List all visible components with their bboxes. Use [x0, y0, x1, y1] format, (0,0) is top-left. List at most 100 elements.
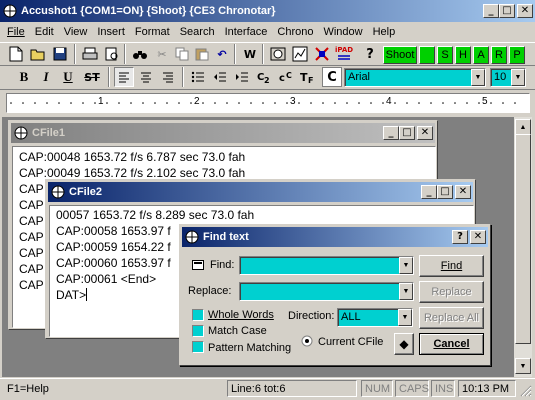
paste-icon[interactable] [192, 44, 212, 64]
print-preview-icon[interactable] [102, 44, 122, 64]
menu-window[interactable]: Window [318, 26, 367, 38]
print-icon[interactable] [80, 44, 100, 64]
disconnect-icon[interactable] [312, 44, 332, 64]
pattern-matching-checkbox[interactable] [192, 341, 204, 353]
superscript-icon[interactable]: C2 [254, 67, 274, 87]
open-folder-icon[interactable] [28, 44, 48, 64]
bold-button[interactable]: B [14, 67, 34, 87]
save-disk-icon[interactable] [50, 44, 70, 64]
cfile1-title-bar[interactable]: CFile1 _ □ ✕ [11, 123, 435, 143]
p-button[interactable]: P [509, 46, 525, 64]
menu-help[interactable]: Help [368, 26, 401, 38]
size-select[interactable]: 10 ▼ [490, 68, 526, 87]
direction-dropdown-arrow-icon[interactable]: ▼ [398, 309, 412, 326]
cancel-button[interactable]: Cancel [419, 333, 484, 355]
align-center-icon[interactable] [136, 67, 156, 87]
main-vertical-scrollbar[interactable]: ▲ ▼ [514, 117, 532, 377]
whole-words-checkbox[interactable] [192, 309, 204, 321]
app-crosshair-icon[interactable] [3, 4, 17, 18]
ipad-icon[interactable]: iPAD [334, 44, 354, 64]
status-num: NUM [361, 380, 393, 397]
italic-button[interactable]: I [36, 67, 56, 87]
undo-icon[interactable]: ↶ [212, 44, 232, 64]
cfile1-maximize-button[interactable]: □ [399, 126, 415, 140]
diamond-icon[interactable]: ◆ [394, 333, 414, 355]
subscript-icon[interactable]: cC [276, 67, 296, 87]
text-format-icon[interactable]: TF [298, 67, 318, 87]
cfile1-crosshair-icon[interactable] [14, 126, 28, 140]
menu-insert[interactable]: Insert [92, 26, 130, 38]
r-button[interactable]: R [491, 46, 507, 64]
cfile2-maximize-button[interactable]: □ [437, 185, 453, 199]
scroll-up-arrow-icon[interactable]: ▲ [515, 119, 531, 135]
a-button[interactable]: A [473, 46, 489, 64]
find-dialog-title-bar[interactable]: Find text ? ✕ [182, 227, 488, 247]
align-right-icon[interactable] [158, 67, 178, 87]
scroll-thumb[interactable] [515, 134, 531, 344]
shoot-button[interactable]: Shoot [383, 46, 417, 64]
minimize-button[interactable]: _ [483, 4, 499, 18]
green-blank-button[interactable] [419, 46, 435, 64]
cfile2-crosshair-icon[interactable] [51, 185, 65, 199]
toolbar-format: B I U ST C2 cC TF C Arial ▼ 10 ▼ [0, 66, 535, 90]
size-dropdown-arrow-icon[interactable]: ▼ [511, 69, 525, 86]
copy-icon[interactable] [172, 44, 192, 64]
strikethrough-button[interactable]: ST [82, 67, 102, 87]
font-dropdown-arrow-icon[interactable]: ▼ [471, 69, 485, 86]
menu-search[interactable]: Search [175, 26, 220, 38]
menu-format[interactable]: Format [130, 26, 175, 38]
find-dialog-help-button[interactable]: ? [452, 230, 468, 244]
ruler-number-4: 4 [386, 96, 392, 107]
help-question-icon[interactable]: ? [360, 44, 380, 64]
find-binoculars-icon[interactable] [130, 44, 150, 64]
find-dialog-close-button[interactable]: ✕ [470, 230, 486, 244]
cut-icon[interactable]: ✂ [152, 44, 172, 64]
menu-interface[interactable]: Interface [220, 26, 273, 38]
replace-input[interactable]: ▼ [239, 282, 414, 301]
replace-button[interactable]: Replace [419, 281, 484, 303]
scroll-down-arrow-icon[interactable]: ▼ [515, 358, 531, 374]
cfile1-minimize-button[interactable]: _ [383, 126, 399, 140]
menu-view[interactable]: View [59, 26, 93, 38]
indent-icon[interactable] [232, 67, 252, 87]
ruler[interactable]: 1 2 3 4 5 [6, 93, 530, 113]
app-title-bar[interactable]: Accushot1 {COM1=ON} {Shoot} {CE3 Chronot… [0, 0, 535, 22]
align-left-icon[interactable] [114, 67, 134, 87]
find-dialog-crosshair-icon[interactable] [185, 230, 199, 244]
s-button[interactable]: S [437, 46, 453, 64]
outdent-icon[interactable] [210, 67, 230, 87]
menu-edit[interactable]: Edit [30, 26, 59, 38]
font-select[interactable]: Arial ▼ [344, 68, 486, 87]
current-cfile-radio[interactable] [301, 335, 313, 350]
menu-chrono[interactable]: Chrono [272, 26, 318, 38]
find-input[interactable]: ▼ [239, 256, 414, 275]
close-button[interactable]: ✕ [517, 4, 533, 18]
resize-grip-icon[interactable] [519, 384, 532, 400]
find-dropdown-arrow-icon[interactable]: ▼ [399, 257, 413, 274]
find-button[interactable]: Find [419, 255, 484, 277]
new-file-icon[interactable] [6, 44, 26, 64]
replace-dropdown-arrow-icon[interactable]: ▼ [399, 283, 413, 300]
menu-file[interactable]: File [2, 26, 30, 38]
direction-select[interactable]: ALL ▼ [337, 308, 413, 327]
cfile2-title-bar[interactable]: CFile2 _ □ ✕ [48, 182, 473, 202]
plot-icon[interactable] [290, 44, 310, 64]
replace-all-button[interactable]: Replace All [419, 307, 484, 329]
bullet-list-icon[interactable] [188, 67, 208, 87]
maximize-button[interactable]: □ [499, 4, 515, 18]
match-case-checkbox[interactable] [192, 325, 204, 337]
cfile1-close-button[interactable]: ✕ [417, 126, 433, 140]
chronograph-icon[interactable] [268, 44, 288, 64]
c-button[interactable]: C [322, 67, 342, 87]
match-case-label: Match Case [208, 325, 267, 337]
cfile2-close-button[interactable]: ✕ [455, 185, 471, 199]
underline-button[interactable]: U [58, 67, 78, 87]
app-title: Accushot1 {COM1=ON} {Shoot} {CE3 Chronot… [21, 5, 276, 17]
svg-text:F: F [308, 76, 313, 84]
h-button[interactable]: H [455, 46, 471, 64]
word-wrap-icon[interactable]: W [240, 44, 260, 64]
find-text-dialog: Find text ? ✕ Find: ▼ Find Replace: ▼ Re… [179, 224, 491, 366]
ipad-label: iPAD [334, 46, 354, 54]
direction-label: Direction: [288, 310, 335, 322]
cfile2-minimize-button[interactable]: _ [421, 185, 437, 199]
